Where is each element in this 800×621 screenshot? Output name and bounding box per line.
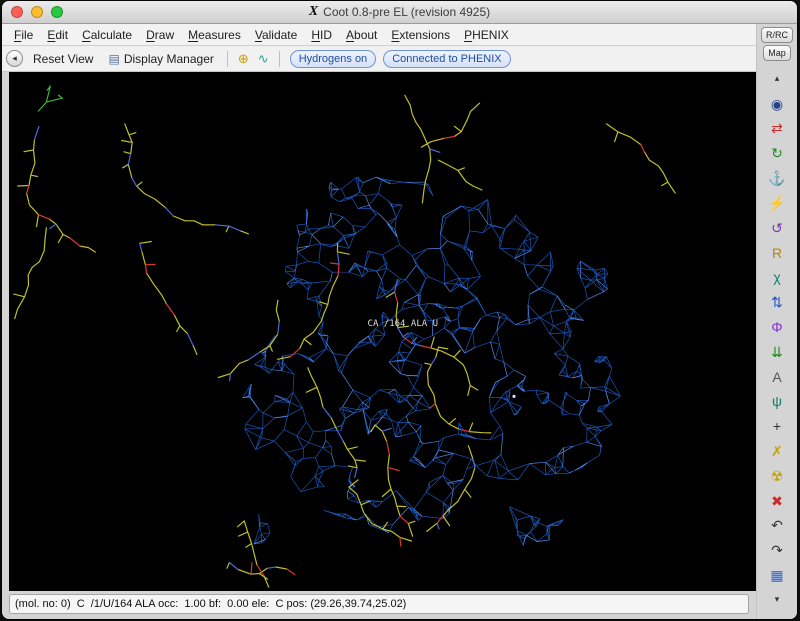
display-manager-label: Display Manager [124,52,214,66]
x11-app-icon: X [309,5,318,19]
redo-icon[interactable]: ↷ [764,540,790,560]
status-text: (mol. no: 0) C /1/U/164 ALA occ: 1.00 bf… [15,598,406,610]
titlebar[interactable]: X Coot 0.8-pre EL (revision 4925) [2,1,797,24]
toolbar: ◂ Reset View ▤ Display Manager ⊕ ∿ Hydro… [2,46,756,72]
regularize-zone-icon[interactable]: ↻ [764,143,790,163]
undo-icon[interactable]: ↶ [764,515,790,535]
menu-calculate[interactable]: Calculate [75,26,139,44]
idle-function-icon[interactable]: ◉ [764,94,790,114]
mutate-residue-icon[interactable]: ψ [764,391,790,411]
scroll-down-icon[interactable]: ▾ [764,590,790,610]
clear-pending-picks-icon[interactable]: ✗ [764,441,790,461]
scroll-up-icon[interactable]: ▴ [764,69,790,89]
status-bar: (mol. no: 0) C /1/U/164 ALA occ: 1.00 bf… [9,594,749,614]
modelling-toolbar: ▴ ◉ ⇄ ↻ ⚓ ⚡ ↺ Rχ ⇅ Φ ⇊ Aψ + ✗ ☢ ✖ ↶ ↷ ▦ ▾ [757,64,797,615]
rigid-body-fit-icon[interactable]: ⚡ [764,193,790,213]
display-manager-button[interactable]: ▤ Display Manager [103,50,218,68]
menu-phenix[interactable]: PHENIX [457,26,516,44]
edit-chi-angles-icon[interactable]: χ [764,267,790,287]
phenix-connection-button[interactable]: Connected to PHENIX [383,50,510,68]
menu-validate[interactable]: Validate [248,26,305,44]
rrc-button[interactable]: R/RC [761,27,793,43]
window-title-text: Coot 0.8-pre EL (revision 4925) [323,5,490,19]
menu-extensions[interactable]: Extensions [384,26,457,44]
display-images-icon[interactable]: ▦ [764,565,790,585]
reset-view-button[interactable]: Reset View [28,50,98,68]
rotate-translate-icon[interactable]: ↺ [764,218,790,238]
menu-hid[interactable]: HID [304,26,339,44]
traffic-lights [11,1,63,23]
hydrogen-wand-icon[interactable]: ∿ [256,52,271,65]
window-title: X Coot 0.8-pre EL (revision 4925) [309,5,490,19]
reset-view-label: Reset View [33,52,93,66]
graphics-canvas[interactable]: CA /164 ALA U [9,72,756,591]
minimize-button[interactable] [31,6,43,18]
menu-about[interactable]: About [339,26,384,44]
place-atom-icon[interactable]: + [764,416,790,436]
map-button[interactable]: Map [763,45,791,61]
zoom-button[interactable] [51,6,63,18]
close-button[interactable] [11,6,23,18]
menu-draw[interactable]: Draw [139,26,181,44]
run-refmac-icon[interactable]: ☢ [764,466,790,486]
auto-fit-rotamer-icon[interactable]: R [764,243,790,263]
menu-edit[interactable]: Edit [40,26,75,44]
fix-atoms-icon[interactable]: ⚓ [764,168,790,188]
toolbar-separator [227,51,228,67]
go-to-atom-icon[interactable]: ⊕ [236,52,251,65]
menu-measures[interactable]: Measures [181,26,248,44]
coot-window: X Coot 0.8-pre EL (revision 4925) FileEd… [2,1,797,619]
menu-file[interactable]: File [7,26,40,44]
flip-peptide-icon[interactable]: ⇅ [764,292,790,312]
real-space-refine-icon[interactable]: ⇄ [764,118,790,138]
display-manager-icon: ▤ [108,52,119,66]
hydrogens-toggle-button[interactable]: Hydrogens on [290,50,377,68]
side-chain-flip-icon[interactable]: Φ [764,317,790,337]
toolbar-overflow-button[interactable]: ◂ [6,50,23,67]
add-terminal-residue-icon[interactable]: ⇊ [764,342,790,362]
density-mesh-svg [9,72,756,591]
delete-item-icon[interactable]: ✖ [764,491,790,511]
right-panel: R/RC Map ▴ ◉ ⇄ ↻ ⚓ ⚡ ↺ Rχ ⇅ Φ ⇊ Aψ + ✗ ☢ ✖ ↶ ↷ ▦ ▾ [756,24,797,619]
toolbar-separator [279,51,280,67]
menubar: FileEditCalculateDrawMeasuresValidateHID… [2,24,756,46]
add-alt-conf-icon[interactable]: A [764,367,790,387]
